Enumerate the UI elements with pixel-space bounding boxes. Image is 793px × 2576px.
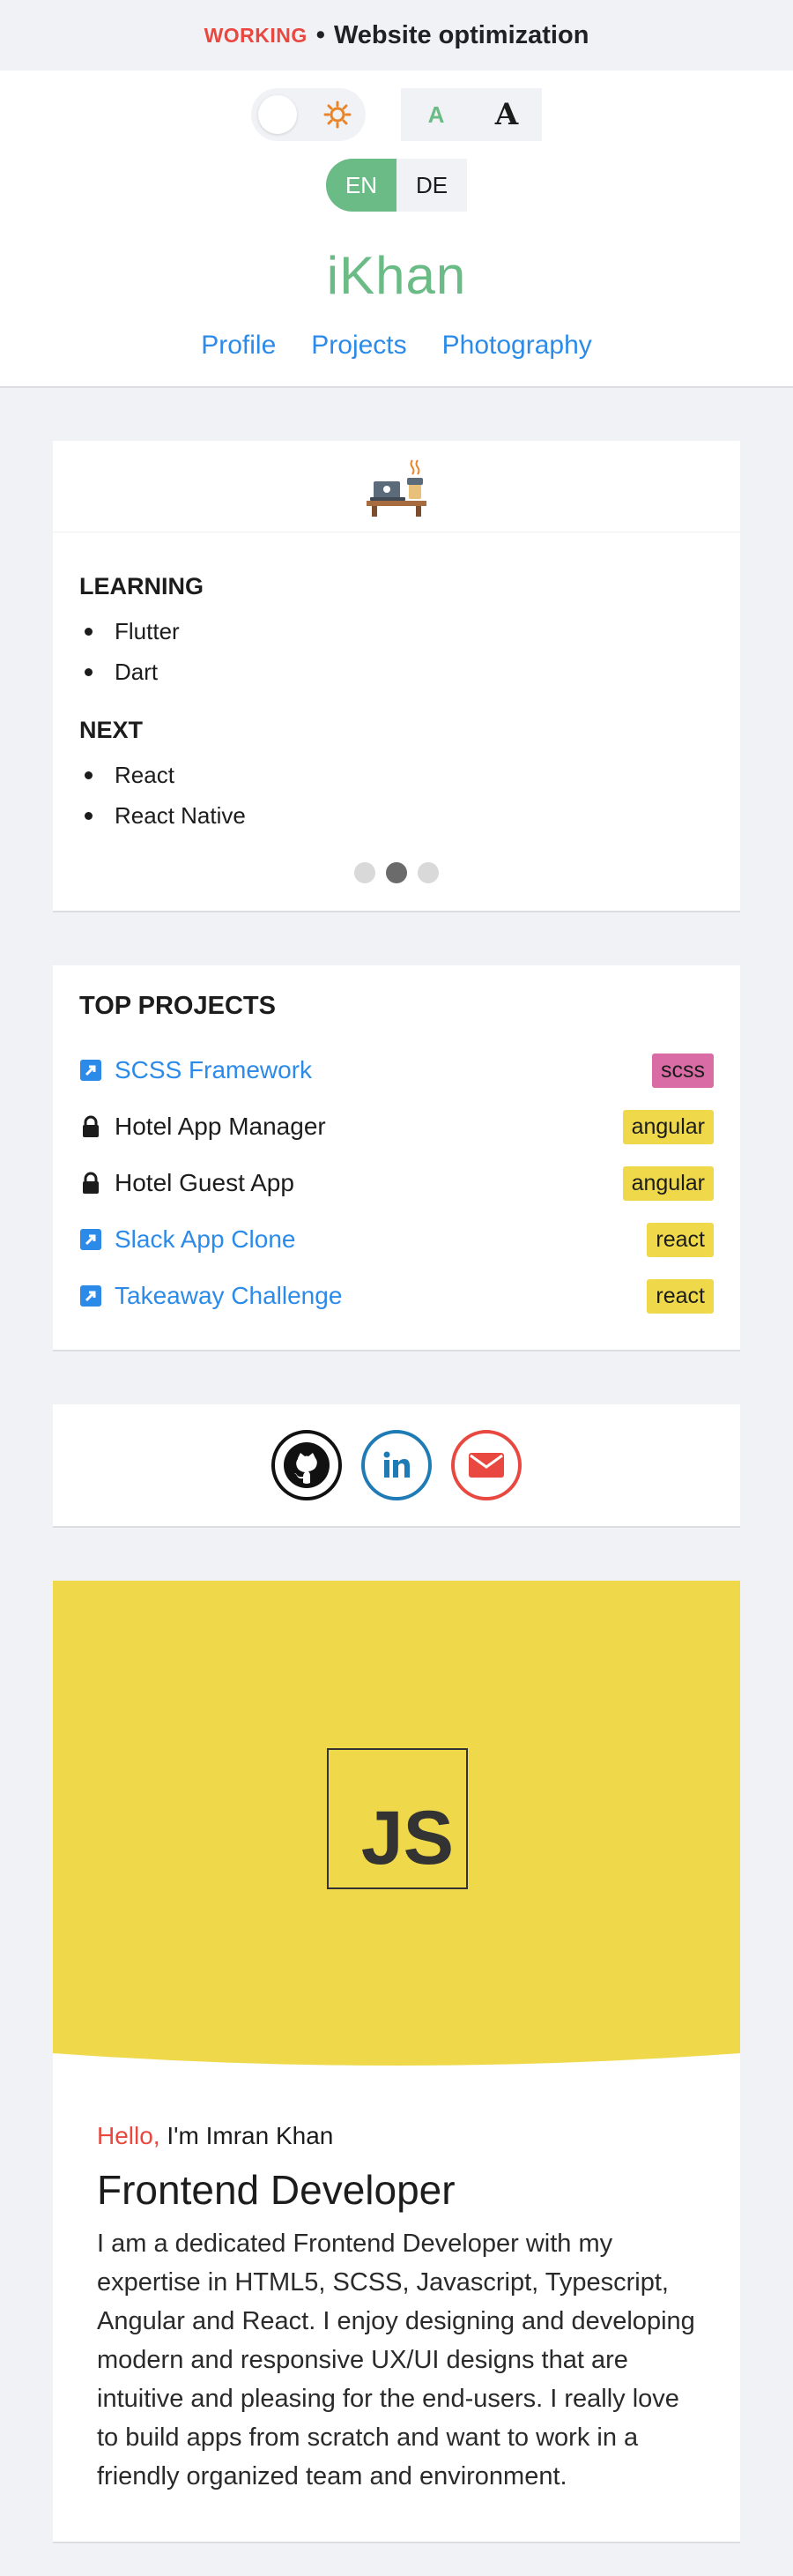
greeting-hello: Hello, [97, 2122, 160, 2149]
project-name-group: Hotel App Manager [79, 1113, 326, 1141]
next-title: NEXT [79, 717, 144, 743]
greeting-name: I'm Imran Khan [167, 2122, 334, 2149]
top-projects-card: TOP PROJECTS SCSS Framework scss Hotel App… [53, 965, 740, 1351]
next-list: React React Native [79, 755, 714, 836]
wave-divider [53, 2053, 740, 2074]
theme-toggle-knob[interactable] [258, 95, 297, 134]
project-row: Hotel App Manager angular [79, 1098, 714, 1155]
separator: • [315, 20, 325, 49]
desk-laptop-coffee-icon [367, 458, 426, 517]
email-link[interactable] [451, 1430, 522, 1500]
project-row: Hotel Guest App angular [79, 1155, 714, 1211]
github-link[interactable] [271, 1430, 342, 1500]
external-link-icon [80, 1285, 101, 1307]
project-name[interactable]: SCSS Framework [115, 1056, 312, 1084]
project-name: Hotel App Manager [115, 1113, 326, 1140]
nav-photography[interactable]: Photography [442, 331, 592, 361]
intro-card: JS Hello, I'm Imran Khan Frontend Develo… [53, 1581, 740, 2543]
tech-tag: scss [652, 1053, 714, 1088]
external-link-icon [80, 1060, 101, 1081]
nav-projects[interactable]: Projects [311, 331, 406, 361]
nav-profile[interactable]: Profile [201, 331, 276, 361]
font-size-large-button[interactable]: A [471, 88, 542, 141]
tech-tag: react [647, 1278, 714, 1314]
list-item: Flutter [79, 611, 714, 651]
language-switcher: EN DE [0, 159, 793, 212]
project-name[interactable]: Slack App Clone [115, 1225, 295, 1254]
carousel-dot-active[interactable] [386, 862, 407, 883]
greeting: Hello, I'm Imran Khan [97, 2122, 696, 2150]
tech-tag: react [647, 1222, 714, 1257]
site-header: A A EN DE iKhan Profile Projects Photogr… [0, 71, 793, 388]
social-links [53, 1404, 740, 1528]
project-row[interactable]: Slack App Clone react [79, 1211, 714, 1268]
email-icon [469, 1453, 504, 1478]
linkedin-icon [383, 1451, 410, 1478]
github-icon [284, 1442, 330, 1488]
project-name-group: Hotel Guest App [79, 1169, 294, 1197]
carousel-dot[interactable] [354, 862, 375, 883]
display-controls: A A [0, 71, 793, 141]
project-name[interactable]: Takeaway Challenge [115, 1282, 342, 1310]
status-bar: WORKING • Website optimization [0, 0, 793, 71]
theme-toggle[interactable] [251, 88, 366, 141]
project-list: SCSS Framework scss Hotel App Manager angul… [79, 1042, 714, 1324]
linkedin-link[interactable] [361, 1430, 432, 1500]
js-logo: JS [327, 1748, 468, 1889]
project-name-group[interactable]: Slack App Clone [79, 1225, 295, 1254]
project-name-group[interactable]: SCSS Framework [79, 1056, 312, 1084]
main-nav: Profile Projects Photography [0, 331, 793, 361]
list-item: React Native [79, 795, 714, 836]
learning-title: LEARNING [79, 573, 204, 599]
font-size-small-button[interactable]: A [401, 88, 471, 141]
list-item: React [79, 755, 714, 795]
list-item: Dart [79, 651, 714, 692]
project-row[interactable]: Takeaway Challenge react [79, 1268, 714, 1324]
carousel-dot[interactable] [418, 862, 439, 883]
project-name-group[interactable]: Takeaway Challenge [79, 1282, 342, 1310]
projects-title: TOP PROJECTS [79, 992, 276, 1020]
about-text: I am a dedicated Frontend Developer with… [97, 2230, 695, 2490]
status-text: Website optimization [333, 20, 589, 49]
project-row[interactable]: SCSS Framework scss [79, 1042, 714, 1098]
lock-icon [83, 1172, 99, 1194]
external-link-icon [80, 1229, 101, 1250]
tech-tag: angular [622, 1165, 714, 1201]
project-name: Hotel Guest App [115, 1169, 294, 1196]
hero-banner: JS [53, 1581, 740, 2074]
tech-tag: angular [622, 1109, 714, 1144]
font-size-switcher: A A [401, 88, 542, 141]
lang-en-button[interactable]: EN [326, 159, 396, 212]
lang-de-button[interactable]: DE [396, 159, 467, 212]
site-logo[interactable]: iKhan [0, 245, 793, 306]
learning-list: Flutter Dart [79, 611, 714, 692]
illustration-container [53, 441, 740, 532]
lock-icon [83, 1115, 99, 1137]
status-label: WORKING [204, 23, 308, 47]
role-title: Frontend Developer [97, 2167, 456, 2213]
status-card: LEARNING Flutter Dart NEXT React React N… [53, 441, 740, 912]
carousel-dots [79, 862, 714, 883]
sun-icon [323, 101, 352, 129]
